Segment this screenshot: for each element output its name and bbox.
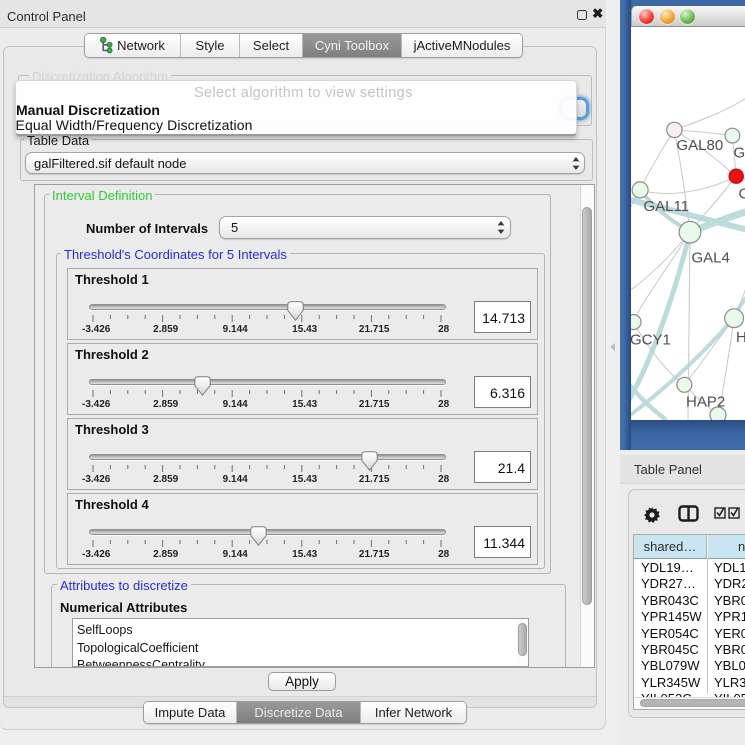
svg-text:GCY1: GCY1: [631, 332, 671, 349]
svg-text:GAL80: GAL80: [677, 137, 724, 154]
svg-text:HAP2: HAP2: [686, 394, 725, 411]
svg-text:GA: GA: [734, 145, 745, 162]
svg-text:H: H: [736, 329, 745, 346]
svg-text:C: C: [739, 186, 745, 203]
svg-text:GAL4: GAL4: [692, 250, 730, 267]
svg-text:GAL11: GAL11: [644, 198, 690, 215]
